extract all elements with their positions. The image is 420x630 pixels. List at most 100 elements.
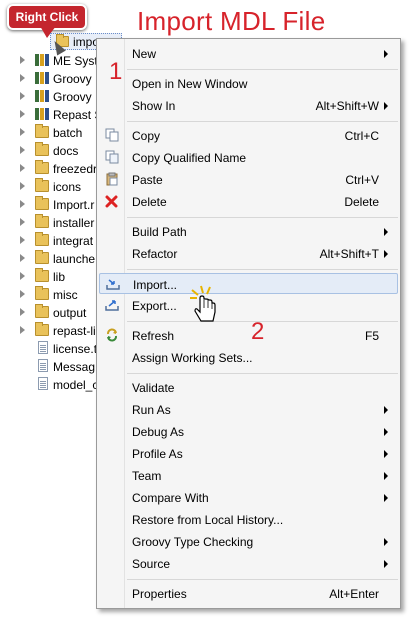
menu-label: Restore from Local History... — [132, 513, 284, 527]
menu-shortcut: Delete — [344, 195, 379, 209]
tree-item-label: icons — [53, 180, 82, 194]
folder-icon — [35, 304, 49, 318]
submenu-arrow-icon — [384, 250, 388, 258]
folder-icon — [35, 196, 49, 210]
menu-label: Delete — [132, 195, 167, 209]
menu-label: Source — [132, 557, 171, 571]
expand-arrow-icon[interactable] — [20, 182, 25, 190]
tree-item-label: repast-li — [53, 324, 96, 338]
menu-separator — [127, 121, 398, 122]
expand-arrow-icon[interactable] — [20, 110, 25, 118]
menu-shortcut: Ctrl+V — [345, 173, 379, 187]
menu-item-refresh[interactable]: Refresh F5 — [99, 325, 398, 346]
tree-item-label: batch — [53, 126, 83, 140]
menu-shortcut: Ctrl+C — [344, 129, 379, 143]
expand-arrow-icon[interactable] — [20, 146, 25, 154]
menu-label: Refactor — [132, 247, 178, 261]
menu-item-validate[interactable]: Validate — [99, 377, 398, 398]
menu-item-paste[interactable]: Paste Ctrl+V — [99, 169, 398, 190]
expand-arrow-icon[interactable] — [20, 218, 25, 226]
folder-icon — [35, 286, 49, 300]
submenu-arrow-icon — [384, 102, 388, 110]
menu-item-open-new-window[interactable]: Open in New Window — [99, 73, 398, 94]
menu-item-copy-qualified-name[interactable]: Copy Qualified Name — [99, 147, 398, 168]
menu-shortcut: Alt+Shift+W — [315, 99, 379, 113]
menu-item-debug-as[interactable]: Debug As — [99, 421, 398, 442]
tree-item-label: Groovy — [53, 72, 92, 86]
submenu-arrow-icon — [384, 406, 388, 414]
menu-item-show-in[interactable]: Show In Alt+Shift+W — [99, 95, 398, 116]
menu-item-team[interactable]: Team — [99, 465, 398, 486]
menu-label: Groovy Type Checking — [132, 535, 254, 549]
menu-label: Export... — [132, 299, 177, 313]
tree-item-label: docs — [53, 144, 79, 158]
menu-label: Copy Qualified Name — [132, 151, 247, 165]
menu-label: Paste — [132, 173, 163, 187]
menu-item-delete[interactable]: Delete Delete — [99, 191, 398, 212]
expand-arrow-icon[interactable] — [20, 326, 25, 334]
menu-item-copy[interactable]: Copy Ctrl+C — [99, 125, 398, 146]
tree-item-label: model_c — [53, 378, 99, 392]
submenu-arrow-icon — [384, 472, 388, 480]
expand-arrow-icon[interactable] — [20, 254, 25, 262]
folder-icon — [35, 268, 49, 282]
menu-label: Validate — [132, 381, 175, 395]
file-icon — [38, 359, 48, 372]
hand-cursor-icon — [188, 284, 222, 326]
menu-item-compare-with[interactable]: Compare With — [99, 487, 398, 508]
menu-shortcut: Alt+Shift+T — [319, 247, 379, 261]
menu-item-properties[interactable]: Properties Alt+Enter — [99, 583, 398, 604]
step-number-two: 2 — [251, 318, 265, 345]
menu-label: Team — [132, 469, 162, 483]
tree-item-label: Repast S — [53, 108, 103, 122]
project-icon — [35, 108, 51, 120]
menu-item-run-as[interactable]: Run As — [99, 399, 398, 420]
menu-label: Profile As — [132, 447, 183, 461]
tree-item-label: freezedr — [53, 162, 98, 176]
export-icon — [105, 298, 119, 312]
menu-label: Copy — [132, 129, 161, 143]
folder-icon — [35, 214, 49, 228]
folder-icon — [35, 142, 49, 156]
expand-arrow-icon[interactable] — [20, 74, 25, 82]
folder-icon — [35, 160, 49, 174]
menu-item-build-path[interactable]: Build Path — [99, 221, 398, 242]
tree-item-label: Groovy — [53, 90, 92, 104]
project-icon — [35, 54, 51, 66]
menu-item-new[interactable]: New — [99, 43, 398, 64]
menu-item-export[interactable]: Export... — [99, 295, 398, 316]
context-menu: New Open in New Window Show In Alt+Shift… — [96, 38, 401, 609]
menu-label: Show In — [132, 99, 176, 113]
tree-item-label: launche — [53, 252, 96, 266]
menu-item-source[interactable]: Source — [99, 553, 398, 574]
menu-item-import[interactable]: Import... — [99, 273, 398, 294]
menu-separator — [127, 217, 398, 218]
expand-arrow-icon[interactable] — [20, 92, 25, 100]
expand-arrow-icon[interactable] — [20, 272, 25, 280]
menu-separator — [127, 373, 398, 374]
menu-separator — [127, 579, 398, 580]
tree-item-label: integrat — [53, 234, 94, 248]
expand-arrow-icon[interactable] — [20, 56, 25, 64]
expand-arrow-icon[interactable] — [20, 200, 25, 208]
copy-icon — [105, 128, 119, 142]
menu-item-assign-working-sets[interactable]: Assign Working Sets... — [99, 347, 398, 368]
expand-arrow-icon[interactable] — [20, 164, 25, 172]
menu-item-restore-local-history[interactable]: Restore from Local History... — [99, 509, 398, 530]
menu-label: Import... — [133, 278, 178, 292]
menu-item-profile-as[interactable]: Profile As — [99, 443, 398, 464]
menu-item-refactor[interactable]: Refactor Alt+Shift+T — [99, 243, 398, 264]
menu-item-groovy-type-checking[interactable]: Groovy Type Checking — [99, 531, 398, 552]
expand-arrow-icon[interactable] — [20, 128, 25, 136]
submenu-arrow-icon — [384, 538, 388, 546]
submenu-arrow-icon — [384, 228, 388, 236]
submenu-arrow-icon — [384, 50, 388, 58]
menu-label: Build Path — [132, 225, 187, 239]
folder-icon — [35, 322, 49, 336]
expand-arrow-icon[interactable] — [20, 290, 25, 298]
expand-arrow-icon[interactable] — [20, 236, 25, 244]
refresh-icon — [105, 328, 119, 342]
step-number-one: 1 — [109, 58, 123, 85]
menu-label: Refresh — [132, 329, 175, 343]
expand-arrow-icon[interactable] — [20, 308, 25, 316]
